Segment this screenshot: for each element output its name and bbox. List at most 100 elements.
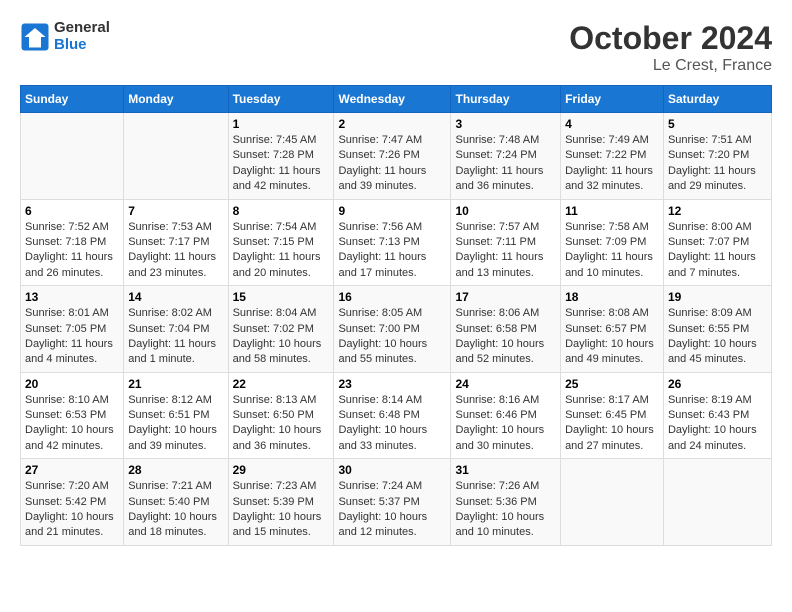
day-number: 8 [233, 204, 330, 218]
day-number: 23 [338, 377, 446, 391]
day-info: Sunrise: 7:48 AM Sunset: 7:24 PM Dayligh… [455, 133, 556, 195]
calendar-table: SundayMondayTuesdayWednesdayThursdayFrid… [20, 85, 772, 546]
calendar-cell: 25 Sunrise: 8:17 AM Sunset: 6:45 PM Dayli… [561, 372, 664, 459]
day-info: Sunrise: 8:00 AM Sunset: 7:07 PM Dayligh… [668, 220, 767, 282]
month-title-block: October 2024 Le Crest, France [569, 20, 772, 75]
day-info: Sunrise: 7:54 AM Sunset: 7:15 PM Dayligh… [233, 220, 330, 282]
day-number: 15 [233, 290, 330, 304]
day-number: 4 [565, 117, 659, 131]
day-number: 22 [233, 377, 330, 391]
calendar-cell: 6 Sunrise: 7:52 AM Sunset: 7:18 PM Daylig… [21, 199, 124, 286]
calendar-week-row: 1 Sunrise: 7:45 AM Sunset: 7:28 PM Daylig… [21, 113, 772, 200]
day-number: 11 [565, 204, 659, 218]
calendar-cell [21, 113, 124, 200]
day-info: Sunrise: 7:58 AM Sunset: 7:09 PM Dayligh… [565, 220, 659, 282]
day-number: 21 [128, 377, 223, 391]
day-number: 24 [455, 377, 556, 391]
day-info: Sunrise: 8:14 AM Sunset: 6:48 PM Dayligh… [338, 393, 446, 455]
calendar-cell: 14 Sunrise: 8:02 AM Sunset: 7:04 PM Dayli… [124, 286, 228, 373]
calendar-cell [124, 113, 228, 200]
calendar-cell: 16 Sunrise: 8:05 AM Sunset: 7:00 PM Dayli… [334, 286, 451, 373]
day-info: Sunrise: 8:09 AM Sunset: 6:55 PM Dayligh… [668, 306, 767, 368]
day-info: Sunrise: 7:49 AM Sunset: 7:22 PM Dayligh… [565, 133, 659, 195]
calendar-cell: 28Sunrise: 7:21 AM Sunset: 5:40 PM Dayli… [124, 459, 228, 546]
day-number: 1 [233, 117, 330, 131]
calendar-week-row: 27Sunrise: 7:20 AM Sunset: 5:42 PM Dayli… [21, 459, 772, 546]
day-number: 2 [338, 117, 446, 131]
page-header: General Blue October 2024 Le Crest, Fran… [20, 20, 772, 75]
day-info: Sunrise: 7:47 AM Sunset: 7:26 PM Dayligh… [338, 133, 446, 195]
location-subtitle: Le Crest, France [569, 57, 772, 75]
calendar-cell: 19 Sunrise: 8:09 AM Sunset: 6:55 PM Dayli… [663, 286, 771, 373]
calendar-cell: 22 Sunrise: 8:13 AM Sunset: 6:50 PM Dayli… [228, 372, 334, 459]
day-info: Sunrise: 7:20 AM Sunset: 5:42 PM Dayligh… [25, 479, 119, 541]
calendar-cell: 11 Sunrise: 7:58 AM Sunset: 7:09 PM Dayli… [561, 199, 664, 286]
day-number: 20 [25, 377, 119, 391]
day-number: 6 [25, 204, 119, 218]
day-number: 5 [668, 117, 767, 131]
day-number: 7 [128, 204, 223, 218]
calendar-cell: 4 Sunrise: 7:49 AM Sunset: 7:22 PM Daylig… [561, 113, 664, 200]
day-number: 31 [455, 463, 556, 477]
day-info: Sunrise: 8:08 AM Sunset: 6:57 PM Dayligh… [565, 306, 659, 368]
calendar-header-row: SundayMondayTuesdayWednesdayThursdayFrid… [21, 86, 772, 113]
day-number: 16 [338, 290, 446, 304]
day-info: Sunrise: 8:13 AM Sunset: 6:50 PM Dayligh… [233, 393, 330, 455]
calendar-cell: 9Sunrise: 7:56 AM Sunset: 7:13 PM Daylig… [334, 199, 451, 286]
day-info: Sunrise: 7:23 AM Sunset: 5:39 PM Dayligh… [233, 479, 330, 541]
day-number: 25 [565, 377, 659, 391]
calendar-cell: 13Sunrise: 8:01 AM Sunset: 7:05 PM Dayli… [21, 286, 124, 373]
day-info: Sunrise: 8:19 AM Sunset: 6:43 PM Dayligh… [668, 393, 767, 455]
header-day-thursday: Thursday [451, 86, 561, 113]
header-day-sunday: Sunday [21, 86, 124, 113]
day-info: Sunrise: 7:53 AM Sunset: 7:17 PM Dayligh… [128, 220, 223, 282]
day-number: 29 [233, 463, 330, 477]
calendar-cell: 17Sunrise: 8:06 AM Sunset: 6:58 PM Dayli… [451, 286, 561, 373]
header-day-wednesday: Wednesday [334, 86, 451, 113]
calendar-cell: 18 Sunrise: 8:08 AM Sunset: 6:57 PM Dayli… [561, 286, 664, 373]
day-number: 13 [25, 290, 119, 304]
day-number: 3 [455, 117, 556, 131]
day-info: Sunrise: 7:45 AM Sunset: 7:28 PM Dayligh… [233, 133, 330, 195]
calendar-cell [663, 459, 771, 546]
calendar-cell: 1 Sunrise: 7:45 AM Sunset: 7:28 PM Daylig… [228, 113, 334, 200]
calendar-cell: 24Sunrise: 8:16 AM Sunset: 6:46 PM Dayli… [451, 372, 561, 459]
calendar-cell: 31 Sunrise: 7:26 AM Sunset: 5:36 PM Dayli… [451, 459, 561, 546]
logo-text-line2: Blue [54, 37, 110, 54]
calendar-cell: 21 Sunrise: 8:12 AM Sunset: 6:51 PM Dayli… [124, 372, 228, 459]
calendar-cell: 5Sunrise: 7:51 AM Sunset: 7:20 PM Daylig… [663, 113, 771, 200]
day-number: 26 [668, 377, 767, 391]
calendar-cell: 30Sunrise: 7:24 AM Sunset: 5:37 PM Dayli… [334, 459, 451, 546]
calendar-cell: 8 Sunrise: 7:54 AM Sunset: 7:15 PM Daylig… [228, 199, 334, 286]
logo-text-line1: General [54, 20, 110, 37]
day-info: Sunrise: 8:04 AM Sunset: 7:02 PM Dayligh… [233, 306, 330, 368]
calendar-cell: 20 Sunrise: 8:10 AM Sunset: 6:53 PM Dayli… [21, 372, 124, 459]
day-number: 12 [668, 204, 767, 218]
day-info: Sunrise: 8:05 AM Sunset: 7:00 PM Dayligh… [338, 306, 446, 368]
day-info: Sunrise: 7:52 AM Sunset: 7:18 PM Dayligh… [25, 220, 119, 282]
calendar-cell: 29 Sunrise: 7:23 AM Sunset: 5:39 PM Dayli… [228, 459, 334, 546]
month-title: October 2024 [569, 20, 772, 57]
day-info: Sunrise: 7:26 AM Sunset: 5:36 PM Dayligh… [455, 479, 556, 541]
day-number: 14 [128, 290, 223, 304]
calendar-cell: 3 Sunrise: 7:48 AM Sunset: 7:24 PM Daylig… [451, 113, 561, 200]
calendar-cell: 12 Sunrise: 8:00 AM Sunset: 7:07 PM Dayli… [663, 199, 771, 286]
day-number: 9 [338, 204, 446, 218]
day-number: 10 [455, 204, 556, 218]
header-day-saturday: Saturday [663, 86, 771, 113]
day-number: 18 [565, 290, 659, 304]
day-number: 19 [668, 290, 767, 304]
day-info: Sunrise: 8:02 AM Sunset: 7:04 PM Dayligh… [128, 306, 223, 368]
calendar-week-row: 6 Sunrise: 7:52 AM Sunset: 7:18 PM Daylig… [21, 199, 772, 286]
header-day-friday: Friday [561, 86, 664, 113]
calendar-cell: 15 Sunrise: 8:04 AM Sunset: 7:02 PM Dayli… [228, 286, 334, 373]
calendar-week-row: 20 Sunrise: 8:10 AM Sunset: 6:53 PM Dayli… [21, 372, 772, 459]
header-day-tuesday: Tuesday [228, 86, 334, 113]
calendar-cell: 27Sunrise: 7:20 AM Sunset: 5:42 PM Dayli… [21, 459, 124, 546]
calendar-week-row: 13Sunrise: 8:01 AM Sunset: 7:05 PM Dayli… [21, 286, 772, 373]
calendar-cell: 23 Sunrise: 8:14 AM Sunset: 6:48 PM Dayli… [334, 372, 451, 459]
day-info: Sunrise: 8:10 AM Sunset: 6:53 PM Dayligh… [25, 393, 119, 455]
day-info: Sunrise: 8:12 AM Sunset: 6:51 PM Dayligh… [128, 393, 223, 455]
day-info: Sunrise: 7:21 AM Sunset: 5:40 PM Dayligh… [128, 479, 223, 541]
day-info: Sunrise: 8:17 AM Sunset: 6:45 PM Dayligh… [565, 393, 659, 455]
